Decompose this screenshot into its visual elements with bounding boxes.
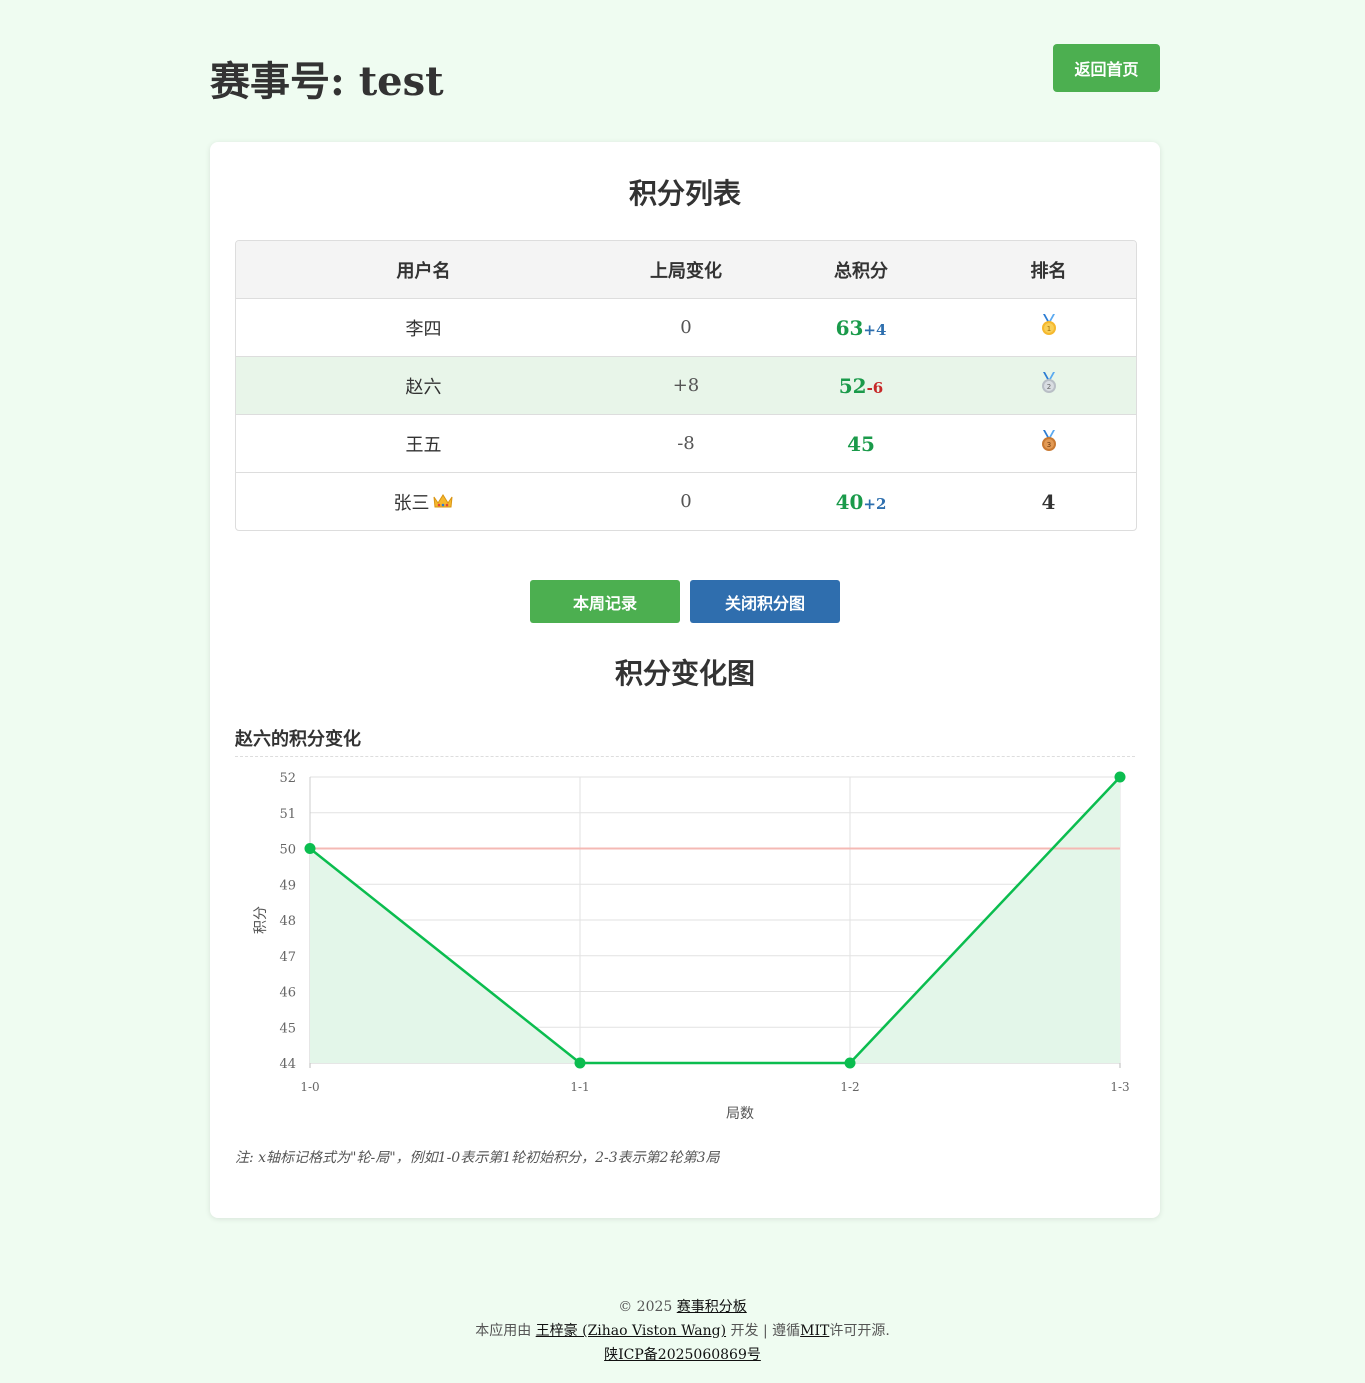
icp-link[interactable]: 陕ICP备2025060869号 [604,1347,761,1363]
medal-rank-text: 1 [1046,325,1050,333]
table-row: 王五 -8 45 3 [236,414,1136,472]
row-delta: +4 [863,320,887,339]
row-rank: 3 [961,430,1136,457]
data-point [1114,771,1126,783]
x-tick-label: 1-0 [300,1080,319,1094]
score-line-chart: 44 45 46 47 48 49 50 51 52 1-0 1-1 1-2 1-3 局数 积分 [253,771,1130,1122]
row-username: 张三 [393,492,430,514]
close-chart-button[interactable]: 关闭积分图 [690,580,840,623]
license-link[interactable]: MIT [800,1323,829,1339]
row-total-cell: 63+4 [761,316,961,340]
bronze-medal-icon: 3 [1039,430,1059,457]
rank-number: 4 [1041,489,1056,514]
copyright-text: © 2025 [618,1299,673,1315]
row-total-cell: 40+2 [761,490,961,514]
subtitle-divider [235,756,1135,757]
row-last-change: 0 [680,317,692,338]
y-tick-label: 51 [279,807,296,822]
chart-section-title: 积分变化图 [614,657,755,690]
table-row: 张三 0 40+2 4 [236,472,1136,530]
x-tick-label: 1-2 [840,1080,859,1094]
table-row: 李四 0 63+4 1 [236,298,1136,356]
medal-rank-text: 2 [1046,383,1050,391]
col-header-total: 总积分 [834,260,888,282]
footer: © 2025 赛事积分板 本应用由 王梓豪 (Zihao Viston Wang… [0,1295,1365,1367]
footer-icp: 陕ICP备2025060869号 [0,1343,1365,1367]
author-link[interactable]: 王梓豪 (Zihao Viston Wang) [536,1323,726,1339]
data-point [844,1057,856,1069]
y-axis-label: 积分 [253,906,269,934]
score-list-title: 积分列表 [628,177,741,210]
row-last-change: +8 [672,375,700,396]
medal-rank-text: 3 [1046,441,1050,449]
row-last-change: -8 [677,433,695,454]
x-axis-label: 局数 [726,1106,754,1122]
page-title: 赛事号: test [210,58,444,105]
y-tick-label: 52 [279,771,296,786]
chart-subtitle: 赵六的积分变化 [235,729,361,750]
x-tick-label: 1-1 [570,1080,589,1094]
row-delta: -6 [866,378,884,397]
row-total-cell: 45 [761,432,961,456]
table-header-row: 用户名 上局变化 总积分 排名 [236,241,1136,298]
row-username-cell: 张三 [236,489,611,515]
row-username: 王五 [405,434,442,456]
data-point [304,843,316,854]
y-tick-label: 47 [279,950,296,965]
footer-copyright: © 2025 赛事积分板 [0,1295,1365,1319]
row-username: 李四 [405,318,442,340]
silver-medal-icon: 2 [1039,372,1059,399]
col-header-rank: 排名 [1030,260,1067,282]
dev-suffix-text: 许可开源. [829,1323,890,1339]
dev-prefix-text: 本应用由 [475,1323,532,1339]
row-rank: 1 [961,314,1136,341]
row-total: 40 [835,489,864,514]
row-total: 45 [847,431,875,456]
y-tick-label: 50 [279,843,296,858]
chart-note: 注: x轴标记格式为"轮-局"，例如1-0表示第1轮初始积分，2-3表示第2轮第… [235,1150,720,1166]
footer-credits: 本应用由 王梓豪 (Zihao Viston Wang) 开发 | 遵循MIT许… [0,1319,1365,1343]
row-total: 63 [835,315,864,340]
x-tick-label: 1-3 [1110,1080,1129,1094]
y-tick-label: 44 [279,1057,296,1072]
gold-medal-icon: 1 [1039,314,1059,341]
col-header-username: 用户名 [396,260,451,282]
y-tick-label: 49 [279,878,296,893]
row-rank: 4 [961,490,1136,514]
y-tick-label: 46 [279,986,296,1001]
row-rank: 2 [961,372,1136,399]
row-username: 赵六 [405,376,442,398]
y-tick-label: 45 [279,1021,296,1036]
dev-mid-text: 开发 | 遵循 [730,1323,801,1339]
week-record-button[interactable]: 本周记录 [530,580,680,623]
back-home-button[interactable]: 返回首页 [1053,44,1160,92]
row-last-change: 0 [680,491,692,512]
col-header-last-change: 上局变化 [650,260,722,282]
content-card: 积分列表 用户名 上局变化 总积分 排名 李四 0 63+4 1 赵六 +8 5… [210,142,1160,1218]
y-tick-label: 48 [279,914,296,929]
row-delta: +2 [863,494,887,513]
row-total: 52 [838,373,867,398]
row-total-cell: 52-6 [761,374,961,398]
site-link[interactable]: 赛事积分板 [677,1299,747,1315]
crown-icon [432,493,454,514]
table-row: 赵六 +8 52-6 2 [236,356,1136,414]
data-point [574,1057,586,1069]
score-table: 用户名 上局变化 总积分 排名 李四 0 63+4 1 赵六 +8 52-6 2… [235,240,1137,531]
